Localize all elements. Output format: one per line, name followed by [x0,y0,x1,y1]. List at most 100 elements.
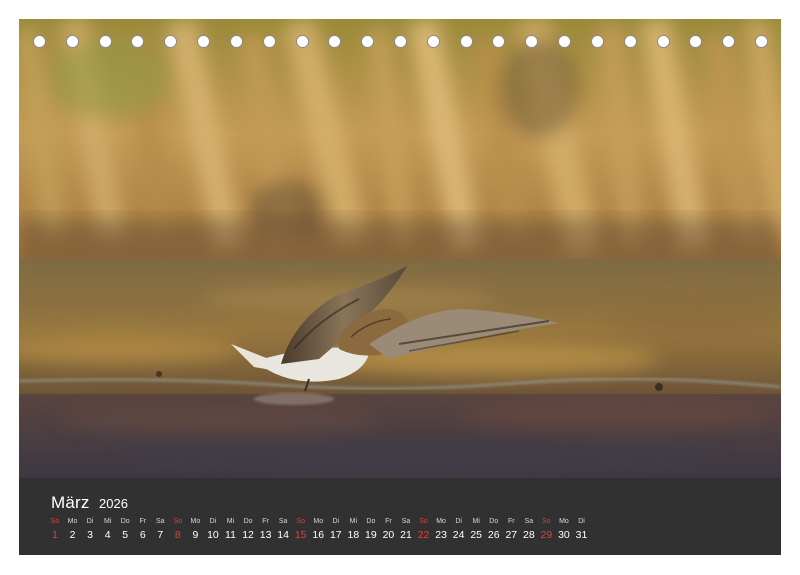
weekday-label: Di [86,518,94,525]
day-cell: Mo 9 [186,517,204,542]
binding-hole [98,35,112,48]
weekday-label: Mo [190,518,201,525]
weekday-label: So [173,518,183,525]
binding-hole [197,35,211,48]
day-cell: Sa 21 [397,517,415,542]
weekday-label: So [419,518,428,525]
binding-hole [426,35,440,48]
day-cell: Mo 16 [309,517,327,542]
day-number: 8 [174,529,181,541]
weekday-label: So [542,518,551,525]
day-number: 30 [558,529,570,541]
binding-hole [722,35,736,48]
month-heading: März 2026 [51,493,128,513]
day-number: 11 [225,529,236,541]
day-cell: Mi 11 [222,517,240,542]
day-number: 22 [417,529,430,541]
day-number: 17 [329,529,342,541]
month-year: 2026 [99,496,128,511]
day-number: 19 [365,529,377,541]
day-cell: Di 10 [204,517,222,542]
binding-hole [558,35,572,48]
day-number: 29 [540,529,553,541]
weekday-label: Do [489,518,499,525]
weekday-label: Mo [313,518,324,525]
day-cell: Di 17 [327,517,345,542]
binding-hole [525,35,539,48]
day-cell: Fr 27 [502,517,520,542]
day-cell: Fr 20 [379,517,397,542]
day-cell: Mi 4 [99,517,117,542]
binding-hole [623,35,637,48]
day-number: 20 [382,529,395,541]
binding-hole [755,35,768,48]
weekday-label: Sa [401,518,411,525]
weekday-label: Fr [139,518,147,525]
binding-hole [459,35,473,48]
binding-hole [656,35,670,48]
weekday-label: Mo [67,518,78,525]
month-name: März [51,493,90,512]
day-number: 5 [122,529,129,541]
day-number: 2 [69,529,76,541]
day-cell: Sa 7 [151,517,169,542]
day-cell: So 8 [169,517,187,542]
day-number: 21 [400,529,412,541]
weekday-label: Mi [226,518,235,525]
binding-hole [328,35,342,48]
binding-hole [590,35,604,48]
day-cell: Do 5 [116,517,134,542]
day-number: 27 [505,529,518,541]
day-number: 12 [242,529,254,541]
day-cell: Mi 18 [344,517,362,542]
day-number: 3 [87,529,94,541]
day-cell: Do 19 [362,517,380,542]
weekday-label: Mi [103,518,112,525]
day-cell: Fr 6 [134,517,152,542]
binding-hole [33,35,46,48]
weekday-label: Di [455,518,462,525]
day-cell: Mo 30 [555,517,573,542]
day-number: 7 [157,529,164,541]
binding-holes [33,35,768,49]
weekday-label: Mi [472,518,480,525]
day-number: 23 [435,529,447,541]
day-number: 31 [575,529,588,541]
day-cell: Fr 13 [257,517,275,542]
binding-hole [262,35,276,48]
binding-hole [164,35,178,48]
day-cell: So 15 [292,517,310,542]
day-number: 4 [104,529,111,541]
day-number: 6 [139,529,146,541]
day-cell: Mo 2 [64,517,82,542]
binding-hole [361,35,375,48]
weekday-label: Mi [349,518,358,525]
day-number: 1 [52,529,58,541]
day-number: 10 [207,529,219,541]
day-number: 9 [192,529,199,541]
day-cell: So 22 [415,517,433,542]
calendar-bar: März 2026 So 1 Mo 2 Di 3 Mi 4 Do 5 Fr 6 Sa 7 So 8 Mo 9 Di 1… [19,478,781,555]
weekday-label: Sa [524,518,534,525]
day-cell: Do 12 [239,517,257,542]
weekday-label: Di [332,518,340,525]
calendar-page: März 2026 So 1 Mo 2 Di 3 Mi 4 Do 5 Fr 6 Sa 7 So 8 Mo 9 Di 1… [0,0,800,575]
weekday-label: Mo [559,518,569,525]
day-cell: So 1 [46,517,64,542]
weekday-label: Di [209,518,217,525]
day-cell: Di 31 [573,517,591,542]
day-cell: Mo 23 [432,517,450,542]
weekday-label: So [296,518,305,525]
day-number: 24 [452,529,465,541]
weekday-label: Fr [262,518,269,525]
weekday-label: Mo [436,518,446,525]
day-cell: Do 26 [485,517,503,542]
weekday-label: Sa [278,518,288,525]
photo-bird-landing-in-water [19,19,781,478]
day-number: 18 [347,529,360,541]
day-number: 16 [312,529,325,541]
day-number: 26 [487,529,500,541]
day-number: 13 [259,529,272,541]
binding-hole [131,35,145,48]
binding-hole [229,35,243,48]
